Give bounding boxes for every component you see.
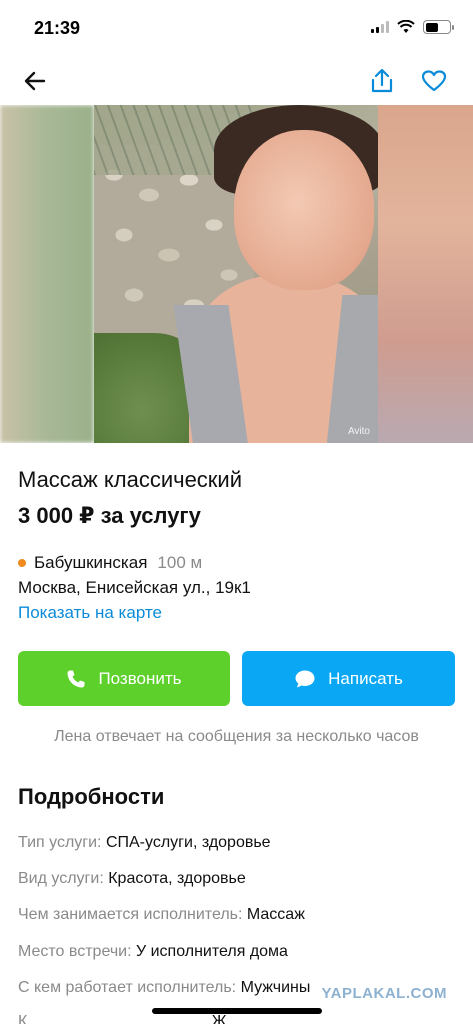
detail-key: Тип услуги:	[18, 834, 102, 851]
site-watermark: YAPLAKAL.COM	[321, 985, 447, 1002]
status-time: 21:39	[34, 18, 81, 38]
detail-value: Массаж	[246, 906, 305, 923]
detail-value: У исполнителя дома	[135, 943, 288, 960]
detail-row: Вид услуги: Красота, здоровье	[18, 870, 246, 888]
status-icons	[371, 20, 454, 34]
phone-icon	[67, 670, 85, 687]
write-button[interactable]: Написать	[242, 651, 455, 706]
metro-name: Бабушкинская	[34, 553, 148, 572]
show-on-map-link[interactable]: Показать на карте	[18, 603, 162, 623]
avito-watermark: Avito	[347, 426, 370, 437]
cellular-signal-icon	[371, 21, 389, 33]
detail-row: С кем работает исполнитель: Мужчины	[18, 979, 310, 997]
detail-value: Мужчины	[240, 979, 311, 996]
detail-value: СПА-услуги, здоровье	[105, 834, 271, 851]
detail-key: Место встречи:	[18, 943, 132, 960]
listing-title: Массаж классический	[18, 467, 243, 492]
seller-response-note: Лена отвечает на сообщения за несколько …	[54, 728, 419, 745]
detail-key: Чем занимается исполнитель:	[18, 906, 243, 923]
metro-station: Бабушкинская 100 м	[18, 553, 202, 573]
details-heading: Подробности	[18, 784, 165, 809]
metro-line-dot	[18, 559, 26, 567]
nav-bar	[0, 56, 473, 104]
share-icon	[371, 68, 393, 93]
home-indicator	[152, 1008, 322, 1014]
listing-price: 3 000 ₽ за услугу	[18, 503, 201, 528]
detail-row: Тип услуги: СПА-услуги, здоровье	[18, 834, 271, 852]
listing-address: Москва, Енисейская ул., 19к1	[18, 578, 251, 597]
gallery-next-photo[interactable]	[378, 105, 473, 443]
detail-key: К	[18, 1013, 28, 1024]
contact-buttons: Позвонить Написать	[18, 651, 455, 706]
favorite-button[interactable]	[419, 66, 449, 96]
share-button[interactable]	[367, 66, 397, 96]
wifi-icon	[397, 20, 415, 33]
heart-icon	[421, 70, 447, 92]
battery-icon	[423, 20, 454, 34]
call-button-label: Позвонить	[98, 668, 182, 688]
detail-row: Место встречи: У исполнителя дома	[18, 943, 288, 961]
detail-value: Ж	[211, 1013, 227, 1024]
photo-person-face	[234, 130, 374, 290]
arrow-left-icon	[24, 71, 46, 91]
status-bar: 21:39	[0, 0, 473, 56]
gallery-prev-photo[interactable]	[0, 105, 94, 443]
gallery-main-photo[interactable]: Avito	[94, 105, 378, 443]
detail-value: Красота, здоровье	[108, 870, 246, 887]
detail-key: С кем работает исполнитель:	[18, 979, 237, 996]
call-button[interactable]: Позвонить	[18, 651, 230, 706]
photo-gallery[interactable]: Avito	[0, 105, 473, 443]
detail-row: К Ж	[18, 1013, 227, 1024]
back-button[interactable]	[20, 66, 50, 96]
detail-key: Вид услуги:	[18, 870, 104, 887]
chat-bubble-icon	[295, 670, 315, 687]
detail-row: Чем занимается исполнитель: Массаж	[18, 906, 305, 924]
metro-distance: 100 м	[157, 553, 203, 572]
write-button-label: Написать	[328, 668, 403, 688]
